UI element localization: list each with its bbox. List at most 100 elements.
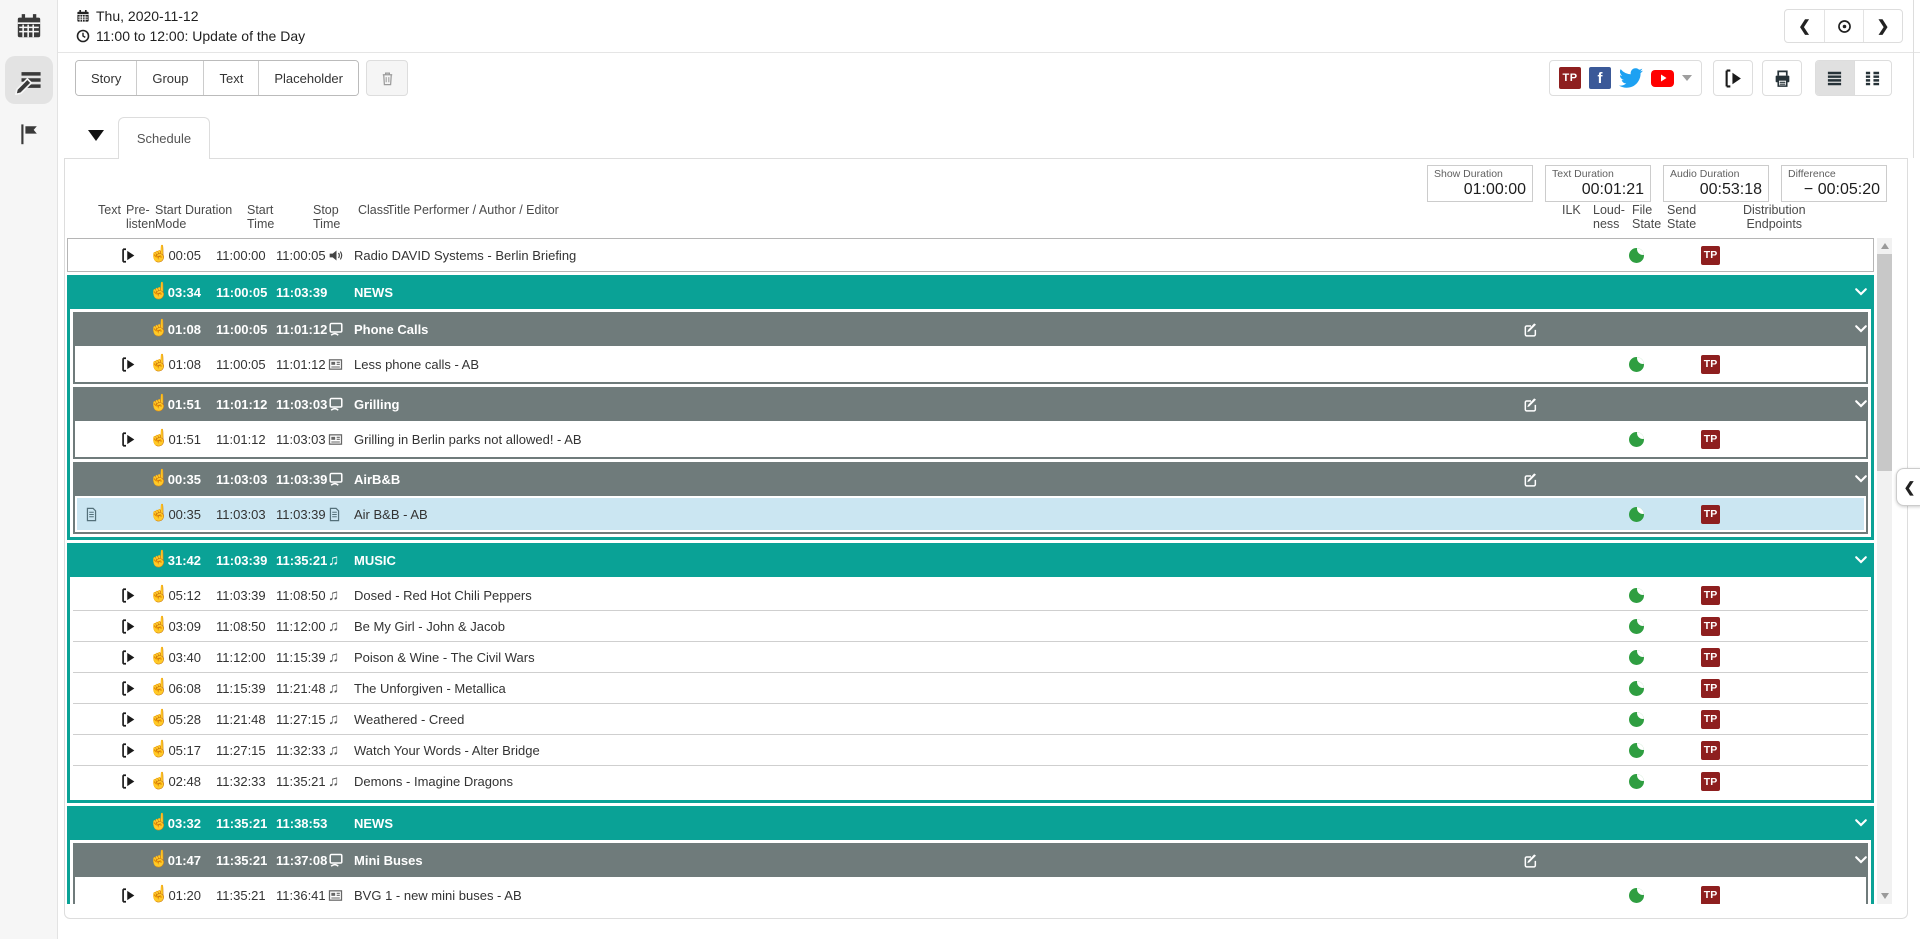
delete-button[interactable] xyxy=(366,60,408,96)
file-state-ok-indicator xyxy=(1629,642,1644,672)
schedule-item-row[interactable]: ☝01:0811:00:0511:01:12Less phone calls -… xyxy=(77,348,1864,380)
schedule-item-row[interactable]: ☝03:4011:12:0011:15:39♫Poison & Wine - T… xyxy=(73,642,1868,673)
next-hour-button[interactable]: ❯ xyxy=(1863,10,1902,42)
schedule-group: ☝03:3211:35:2111:38:53NEWS☝01:4711:35:21… xyxy=(67,806,1874,904)
scroll-up-button[interactable] xyxy=(1877,239,1892,253)
story-header-row[interactable]: ☝00:3511:03:0311:03:39AirB&B xyxy=(73,462,1868,496)
duration-cell: 01:47 xyxy=(165,843,201,877)
stop-time-cell: 11:35:21 xyxy=(276,543,327,577)
story-header-row[interactable]: ☝01:0811:00:0511:01:12Phone Calls xyxy=(73,312,1868,346)
title-cell: Less phone calls - AB xyxy=(354,348,479,380)
schedule-item-row[interactable]: ☝05:2811:21:4811:27:15♫Weathered - Creed… xyxy=(73,704,1868,735)
start-time-cell: 11:03:03 xyxy=(216,462,267,496)
audio-duration-box: Audio Duration 00:53:18 xyxy=(1663,165,1769,202)
prelisten-button[interactable] xyxy=(121,704,136,734)
schedule-item-row[interactable]: ☝02:4811:32:3311:35:21♫Demons - Imagine … xyxy=(73,766,1868,797)
prelisten-button[interactable] xyxy=(121,580,136,610)
sidebar-item-calendar[interactable] xyxy=(5,4,53,48)
show-duration-label: Show Duration xyxy=(1434,168,1526,180)
list-view-button[interactable] xyxy=(1816,61,1854,95)
prelisten-button[interactable] xyxy=(121,348,136,380)
schedule-item-row[interactable]: ☝06:0811:15:3911:21:48♫The Unforgiven - … xyxy=(73,673,1868,704)
schedule-menu-dropdown[interactable] xyxy=(88,130,104,141)
group-header-row[interactable]: ☝03:3211:35:2111:38:53NEWS xyxy=(67,806,1874,840)
class-story-icon xyxy=(328,462,344,496)
prelisten-button[interactable] xyxy=(121,423,136,455)
more-targets-dropdown-icon[interactable] xyxy=(1682,75,1692,81)
class-story-icon xyxy=(328,387,344,421)
vertical-scrollbar[interactable] xyxy=(1877,238,1892,904)
schedule-item-row[interactable]: ☝00:3511:03:0311:03:39Air B&B - ABTP xyxy=(77,498,1864,530)
edit-story-button[interactable] xyxy=(1523,312,1538,346)
schedule-item-row[interactable]: ☝05:1211:03:3911:08:50♫Dosed - Red Hot C… xyxy=(73,580,1868,611)
detail-view-button[interactable] xyxy=(1854,61,1892,95)
prelisten-button[interactable] xyxy=(121,879,136,904)
group-header-row[interactable]: ☝03:3411:00:0511:03:39NEWS xyxy=(67,275,1874,309)
stop-time-cell: 11:12:00 xyxy=(276,611,326,641)
start-playout-button[interactable] xyxy=(1713,60,1753,96)
send-state-tp-badge: TP xyxy=(1701,348,1720,380)
tab-schedule[interactable]: Schedule xyxy=(118,117,210,159)
print-button[interactable] xyxy=(1762,60,1802,96)
schedule-item-row[interactable]: ☝01:5111:01:1211:03:03Grilling in Berlin… xyxy=(77,423,1864,455)
prelisten-button[interactable] xyxy=(121,642,136,672)
collapse-chevron-icon[interactable] xyxy=(1853,806,1869,840)
collapse-chevron-icon[interactable] xyxy=(1853,312,1869,346)
insert-placeholder-button[interactable]: Placeholder xyxy=(258,61,358,95)
prelisten-button[interactable] xyxy=(121,239,136,271)
difference-label: Difference xyxy=(1788,168,1880,180)
edit-story-button[interactable] xyxy=(1523,843,1538,877)
schedule-group: ☝31:4211:03:3911:35:21♫MUSIC☝05:1211:03:… xyxy=(67,543,1874,803)
current-hour-button[interactable] xyxy=(1824,10,1863,42)
target-icon xyxy=(1836,18,1853,35)
insert-group-button[interactable]: Group xyxy=(136,61,203,95)
stop-time-cell: 11:15:39 xyxy=(276,642,326,672)
schedule-item-row[interactable]: ☝05:1711:27:1511:32:33♫Watch Your Words … xyxy=(73,735,1868,766)
facebook-icon[interactable]: f xyxy=(1589,67,1611,89)
schedule-item-row[interactable]: ☝01:2011:35:2111:36:41BVG 1 - new mini b… xyxy=(77,879,1864,904)
column-header-distribution: Distribution Endpoints xyxy=(1743,203,1806,231)
collapse-chevron-icon[interactable] xyxy=(1853,462,1869,496)
class-document-icon xyxy=(328,498,341,530)
insert-text-button[interactable]: Text xyxy=(203,61,258,95)
text-duration-value: 00:01:21 xyxy=(1552,181,1644,199)
edit-story-button[interactable] xyxy=(1523,462,1538,496)
difference-value: − 00:05:20 xyxy=(1788,181,1880,199)
schedule-item-row[interactable]: ☝00:0511:00:0011:00:05Radio DAVID System… xyxy=(67,238,1874,272)
scroll-down-button[interactable] xyxy=(1877,889,1892,903)
title-cell: Demons - Imagine Dragons xyxy=(354,766,513,797)
title-cell: Grilling xyxy=(354,387,400,421)
twitter-icon[interactable] xyxy=(1619,66,1643,90)
schedule-item-row[interactable]: ☝03:0911:08:5011:12:00♫Be My Girl - John… xyxy=(73,611,1868,642)
expand-side-panel-button[interactable]: ❮ xyxy=(1896,468,1920,506)
sidebar-item-rundown[interactable] xyxy=(5,56,53,104)
collapse-chevron-icon[interactable] xyxy=(1853,275,1869,309)
youtube-icon[interactable] xyxy=(1651,70,1674,87)
duration-cell: 06:08 xyxy=(165,673,201,703)
duration-cell: 31:42 xyxy=(165,543,201,577)
collapse-chevron-icon[interactable] xyxy=(1853,387,1869,421)
group-header-row[interactable]: ☝31:4211:03:3911:35:21♫MUSIC xyxy=(67,543,1874,577)
text-duration-box: Text Duration 00:01:21 xyxy=(1545,165,1651,202)
prelisten-button[interactable] xyxy=(121,611,136,641)
tp-station-icon[interactable]: TP xyxy=(1559,67,1581,89)
stop-time-cell: 11:03:03 xyxy=(276,387,327,421)
column-header-file-state: File State xyxy=(1632,203,1661,231)
start-time-cell: 11:00:05 xyxy=(216,348,266,380)
prelisten-button[interactable] xyxy=(121,735,136,765)
story-header-row[interactable]: ☝01:4711:35:2111:37:08Mini Buses xyxy=(73,843,1868,877)
prelisten-button[interactable] xyxy=(121,673,136,703)
story-header-row[interactable]: ☝01:5111:01:1211:03:03Grilling xyxy=(73,387,1868,421)
duration-cell: 01:51 xyxy=(165,387,201,421)
scroll-down-icon xyxy=(1881,893,1889,899)
edit-story-button[interactable] xyxy=(1523,387,1538,421)
collapse-chevron-icon[interactable] xyxy=(1853,843,1869,877)
class-music-icon: ♫ xyxy=(328,642,339,672)
title-cell: Mini Buses xyxy=(354,843,423,877)
collapse-chevron-icon[interactable] xyxy=(1853,543,1869,577)
prelisten-button[interactable] xyxy=(121,766,136,797)
scrollbar-thumb[interactable] xyxy=(1877,254,1892,471)
previous-hour-button[interactable]: ❮ xyxy=(1785,10,1824,42)
insert-story-button[interactable]: Story xyxy=(76,61,136,95)
sidebar-item-flags[interactable] xyxy=(5,112,53,156)
